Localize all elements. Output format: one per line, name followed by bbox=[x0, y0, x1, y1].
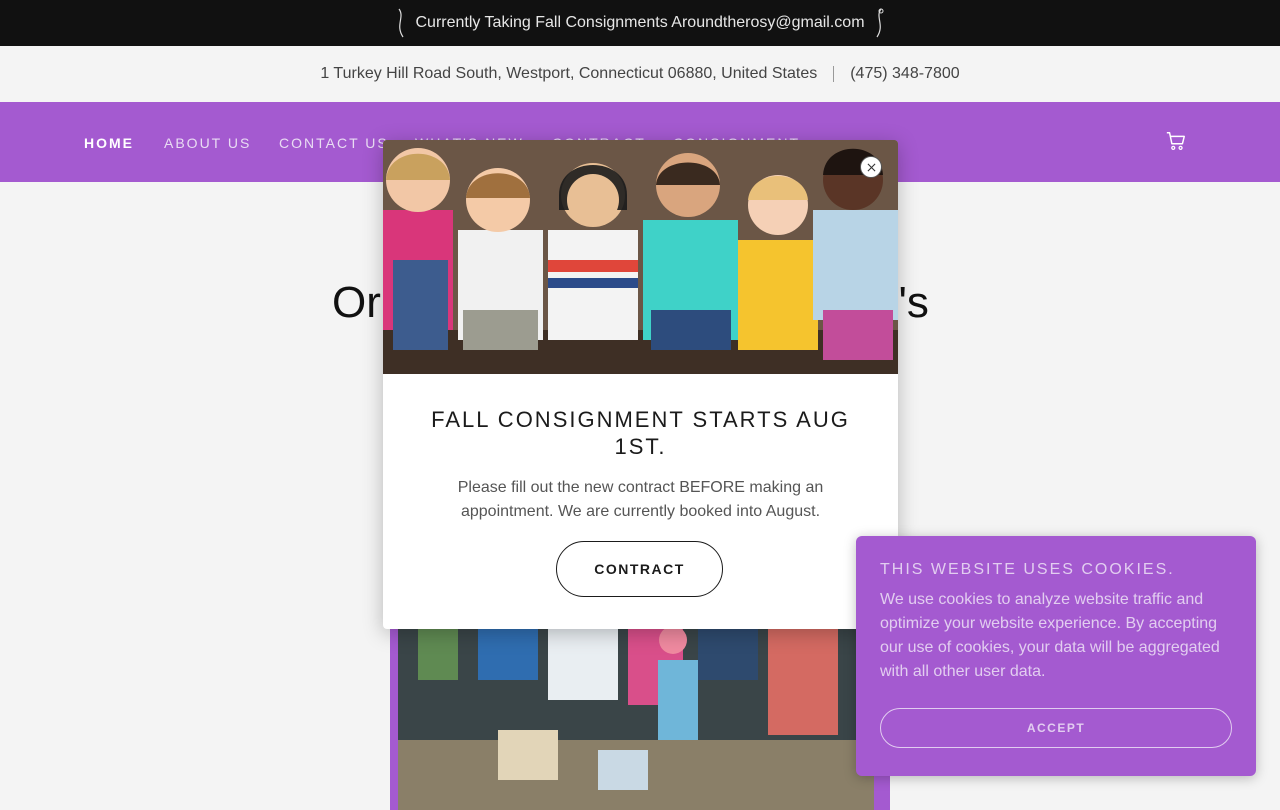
cookie-text: We use cookies to analyze website traffi… bbox=[880, 591, 1220, 680]
close-icon[interactable] bbox=[860, 156, 882, 178]
promo-modal: FALL CONSIGNMENT STARTS AUG 1ST. Please … bbox=[383, 140, 898, 629]
cookie-banner: THIS WEBSITE USES COOKIES. We use cookie… bbox=[856, 536, 1256, 776]
children-photo bbox=[383, 140, 898, 374]
modal-description: Please fill out the new contract BEFORE … bbox=[457, 479, 824, 520]
contract-button[interactable]: CONTRACT bbox=[556, 541, 723, 597]
accept-cookies-button[interactable]: ACCEPT bbox=[880, 708, 1232, 748]
cookie-title: THIS WEBSITE USES COOKIES. bbox=[880, 561, 1175, 578]
modal-title: FALL CONSIGNMENT STARTS AUG 1ST. bbox=[431, 407, 850, 459]
